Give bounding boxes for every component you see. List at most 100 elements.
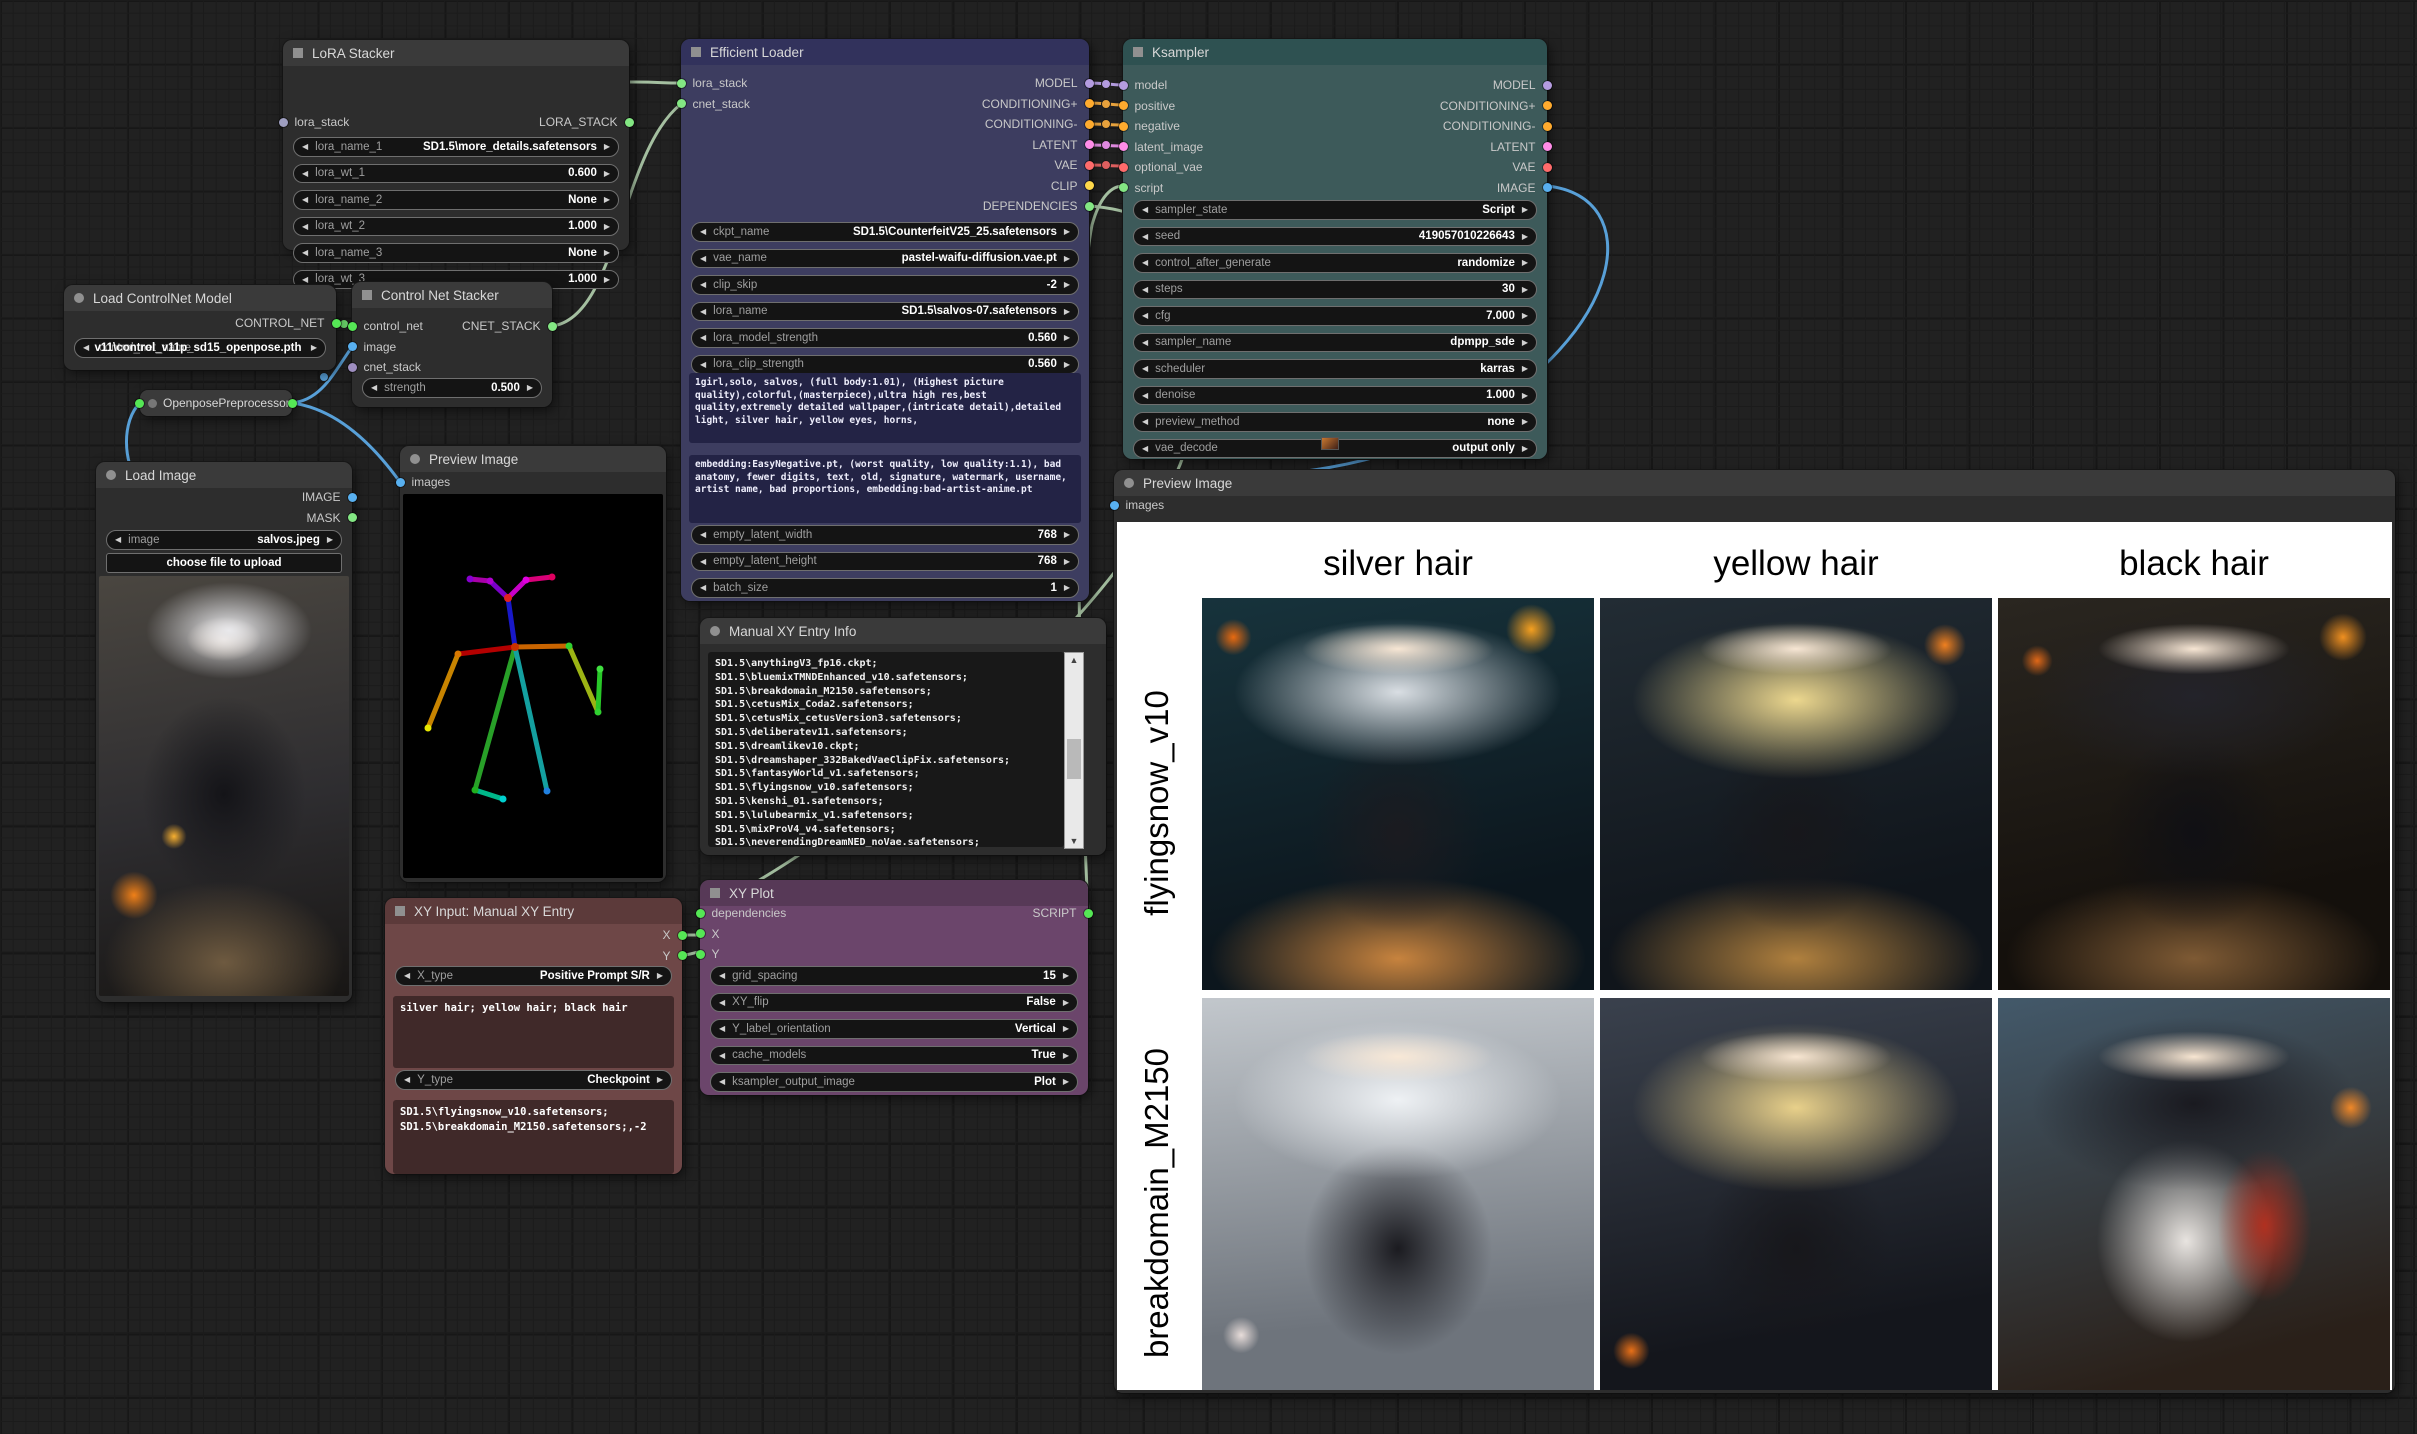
increment-arrow-icon[interactable]: ▶ (1063, 971, 1069, 980)
increment-arrow-icon[interactable]: ▶ (1064, 280, 1070, 289)
decrement-arrow-icon[interactable]: ◀ (700, 227, 706, 236)
increment-arrow-icon[interactable]: ▶ (657, 1075, 663, 1084)
combo-widget[interactable]: ◀lora_name_3None▶ (293, 243, 619, 263)
combo-widget[interactable]: ◀lora_clip_strength0.560▶ (691, 355, 1079, 375)
increment-arrow-icon[interactable]: ▶ (1522, 232, 1528, 241)
decrement-arrow-icon[interactable]: ◀ (700, 530, 706, 539)
combo-widget[interactable]: ◀lora_name_2None▶ (293, 190, 619, 210)
combo-widget[interactable]: ◀schedulerkarras▶ (1133, 359, 1537, 379)
node-title-bar[interactable]: XY Input: Manual XY Entry (385, 898, 682, 924)
combo-widget[interactable]: ◀lora_name_1SD1.5\more_details.safetenso… (293, 137, 619, 157)
input-port[interactable] (396, 478, 405, 487)
decrement-arrow-icon[interactable]: ◀ (83, 343, 89, 352)
combo-widget[interactable]: ◀lora_model_strength0.560▶ (691, 328, 1079, 348)
negative-prompt-textarea[interactable]: embedding:EasyNegative.pt, (worst qualit… (689, 455, 1081, 523)
decrement-arrow-icon[interactable]: ◀ (719, 1024, 725, 1033)
combo-widget[interactable]: ◀lora_wt_10.600▶ (293, 164, 619, 184)
combo-widget[interactable]: ◀lora_wt_21.000▶ (293, 217, 619, 237)
decrement-arrow-icon[interactable]: ◀ (1142, 311, 1148, 320)
number-widget[interactable]: ◀empty_latent_height768▶ (691, 552, 1079, 572)
combo-widget[interactable]: ◀sampler_namedpmpp_sde▶ (1133, 333, 1537, 353)
image-select-widget[interactable]: ◀imagesalvos.jpeg▶ (106, 530, 342, 550)
decrement-arrow-icon[interactable]: ◀ (1142, 417, 1148, 426)
input-port[interactable] (696, 950, 705, 959)
collapse-icon[interactable] (293, 48, 303, 58)
output-port[interactable] (1543, 183, 1552, 192)
decrement-arrow-icon[interactable]: ◀ (1142, 364, 1148, 373)
output-port[interactable] (678, 951, 687, 960)
decrement-arrow-icon[interactable]: ◀ (700, 254, 706, 263)
number-widget[interactable]: ◀empty_latent_width768▶ (691, 525, 1079, 545)
collapse-icon[interactable] (410, 454, 420, 464)
output-port[interactable] (1085, 79, 1094, 88)
scroll-up-icon[interactable]: ▲ (1065, 653, 1083, 667)
output-port[interactable] (1543, 101, 1552, 110)
input-port[interactable] (677, 99, 686, 108)
output-port[interactable] (1543, 142, 1552, 151)
output-port[interactable] (348, 493, 357, 502)
combo-widget[interactable]: ◀steps30▶ (1133, 280, 1537, 300)
node-title-bar[interactable]: Manual XY Entry Info (700, 618, 1106, 644)
increment-arrow-icon[interactable]: ▶ (1064, 333, 1070, 342)
input-port[interactable] (279, 118, 288, 127)
collapse-icon[interactable] (106, 470, 116, 480)
node-title-bar[interactable]: Load ControlNet Model (64, 285, 336, 311)
x-values-textarea[interactable]: silver hair; yellow hair; black hair (393, 996, 674, 1068)
combo-widget[interactable]: ◀cfg7.000▶ (1133, 306, 1537, 326)
increment-arrow-icon[interactable]: ▶ (604, 142, 610, 151)
input-port[interactable] (1119, 183, 1128, 192)
collapse-icon[interactable] (691, 47, 701, 57)
y-type-widget[interactable]: ◀Y_typeCheckpoint▶ (395, 1070, 672, 1090)
x-type-widget[interactable]: ◀X_typePositive Prompt S/R▶ (395, 966, 672, 986)
decrement-arrow-icon[interactable]: ◀ (1142, 391, 1148, 400)
increment-arrow-icon[interactable]: ▶ (1064, 530, 1070, 539)
increment-arrow-icon[interactable]: ▶ (1064, 307, 1070, 316)
decrement-arrow-icon[interactable]: ◀ (302, 222, 308, 231)
output-port[interactable] (625, 118, 634, 127)
input-port[interactable] (348, 342, 357, 351)
combo-widget[interactable]: ◀denoise1.000▶ (1133, 386, 1537, 406)
increment-arrow-icon[interactable]: ▶ (604, 169, 610, 178)
scrollbar[interactable]: ▲ ▼ (1064, 652, 1084, 849)
increment-arrow-icon[interactable]: ▶ (1064, 583, 1070, 592)
increment-arrow-icon[interactable]: ▶ (1064, 227, 1070, 236)
collapse-icon[interactable] (395, 906, 405, 916)
increment-arrow-icon[interactable]: ▶ (1522, 444, 1528, 453)
collapse-icon[interactable] (74, 293, 84, 303)
output-port[interactable] (1085, 202, 1094, 211)
increment-arrow-icon[interactable]: ▶ (311, 343, 317, 352)
combo-widget[interactable]: ◀ckpt_nameSD1.5\CounterfeitV25_25.safete… (691, 222, 1079, 242)
increment-arrow-icon[interactable]: ▶ (1064, 360, 1070, 369)
decrement-arrow-icon[interactable]: ◀ (302, 248, 308, 257)
input-port[interactable] (696, 909, 705, 918)
input-port[interactable] (1119, 101, 1128, 110)
decrement-arrow-icon[interactable]: ◀ (719, 971, 725, 980)
combo-widget[interactable]: ◀strength0.500▶ (362, 378, 542, 398)
input-port[interactable] (1110, 501, 1119, 510)
combo-widget[interactable]: ◀lora_nameSD1.5\salvos-07.safetensors▶ (691, 302, 1079, 322)
decrement-arrow-icon[interactable]: ◀ (1142, 285, 1148, 294)
decrement-arrow-icon[interactable]: ◀ (404, 1075, 410, 1084)
output-port[interactable] (348, 513, 357, 522)
decrement-arrow-icon[interactable]: ◀ (1142, 232, 1148, 241)
mini-preview-thumbnail[interactable] (1321, 437, 1339, 450)
positive-prompt-textarea[interactable]: 1girl,solo, salvos, (full body:1.01), (H… (689, 373, 1081, 443)
node-title-bar[interactable]: Control Net Stacker (352, 282, 552, 308)
increment-arrow-icon[interactable]: ▶ (604, 248, 610, 257)
increment-arrow-icon[interactable]: ▶ (1522, 391, 1528, 400)
node-title-bar[interactable]: Load Image (96, 462, 352, 488)
output-port[interactable] (1543, 122, 1552, 131)
decrement-arrow-icon[interactable]: ◀ (719, 998, 725, 1007)
output-port[interactable] (1085, 120, 1094, 129)
increment-arrow-icon[interactable]: ▶ (1064, 557, 1070, 566)
decrement-arrow-icon[interactable]: ◀ (1142, 444, 1148, 453)
output-port[interactable] (288, 399, 297, 408)
decrement-arrow-icon[interactable]: ◀ (700, 583, 706, 592)
increment-arrow-icon[interactable]: ▶ (1522, 311, 1528, 320)
increment-arrow-icon[interactable]: ▶ (1063, 998, 1069, 1007)
combo-widget[interactable]: ◀clip_skip-2▶ (691, 275, 1079, 295)
input-port[interactable] (1119, 163, 1128, 172)
decrement-arrow-icon[interactable]: ◀ (302, 275, 308, 284)
input-port[interactable] (1119, 81, 1128, 90)
increment-arrow-icon[interactable]: ▶ (604, 275, 610, 284)
